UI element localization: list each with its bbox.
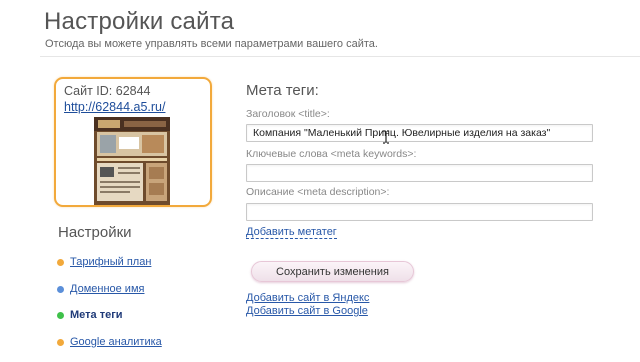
site-id-label: Сайт ID: 62844 <box>64 84 151 98</box>
header-divider <box>40 56 640 57</box>
settings-heading: Настройки <box>58 224 132 241</box>
description-input[interactable] <box>246 203 593 221</box>
bullet-icon <box>57 338 64 346</box>
meta-tags-heading: Мета теги: <box>246 82 319 99</box>
site-thumbnail[interactable] <box>94 117 170 205</box>
sidebar-item-label[interactable]: Google аналитика <box>70 336 162 348</box>
page-subtitle: Отсюда вы можете управлять всеми парамет… <box>45 38 378 50</box>
site-preview-image <box>94 117 170 205</box>
site-url-link[interactable]: http://62844.a5.ru/ <box>64 100 165 114</box>
add-metatag-link[interactable]: Добавить метатег <box>246 226 337 239</box>
bullet-icon <box>57 285 64 293</box>
title-input[interactable] <box>246 124 593 142</box>
keywords-input[interactable] <box>246 164 593 182</box>
sidebar-item-label[interactable]: Мета теги <box>70 309 123 321</box>
text-cursor-icon <box>383 130 389 144</box>
sidebar-item-label[interactable]: Тарифный план <box>70 256 151 268</box>
bullet-icon <box>57 312 64 319</box>
add-to-yandex-link[interactable]: Добавить сайт в Яндекс <box>246 292 369 304</box>
page-title: Настройки сайта <box>44 8 235 35</box>
site-card: Сайт ID: 62844 http://62844.a5.ru/ <box>54 77 212 207</box>
add-to-google-link[interactable]: Добавить сайт в Google <box>246 305 368 317</box>
save-changes-button[interactable]: Сохранить изменения <box>251 261 414 282</box>
title-field-label: Заголовок <title>: <box>246 108 330 120</box>
sidebar-item-label[interactable]: Доменное имя <box>70 283 144 295</box>
description-field-label: Описание <meta description>: <box>246 186 390 198</box>
bullet-icon <box>57 259 64 266</box>
keywords-field-label: Ключевые слова <meta keywords>: <box>246 148 417 160</box>
